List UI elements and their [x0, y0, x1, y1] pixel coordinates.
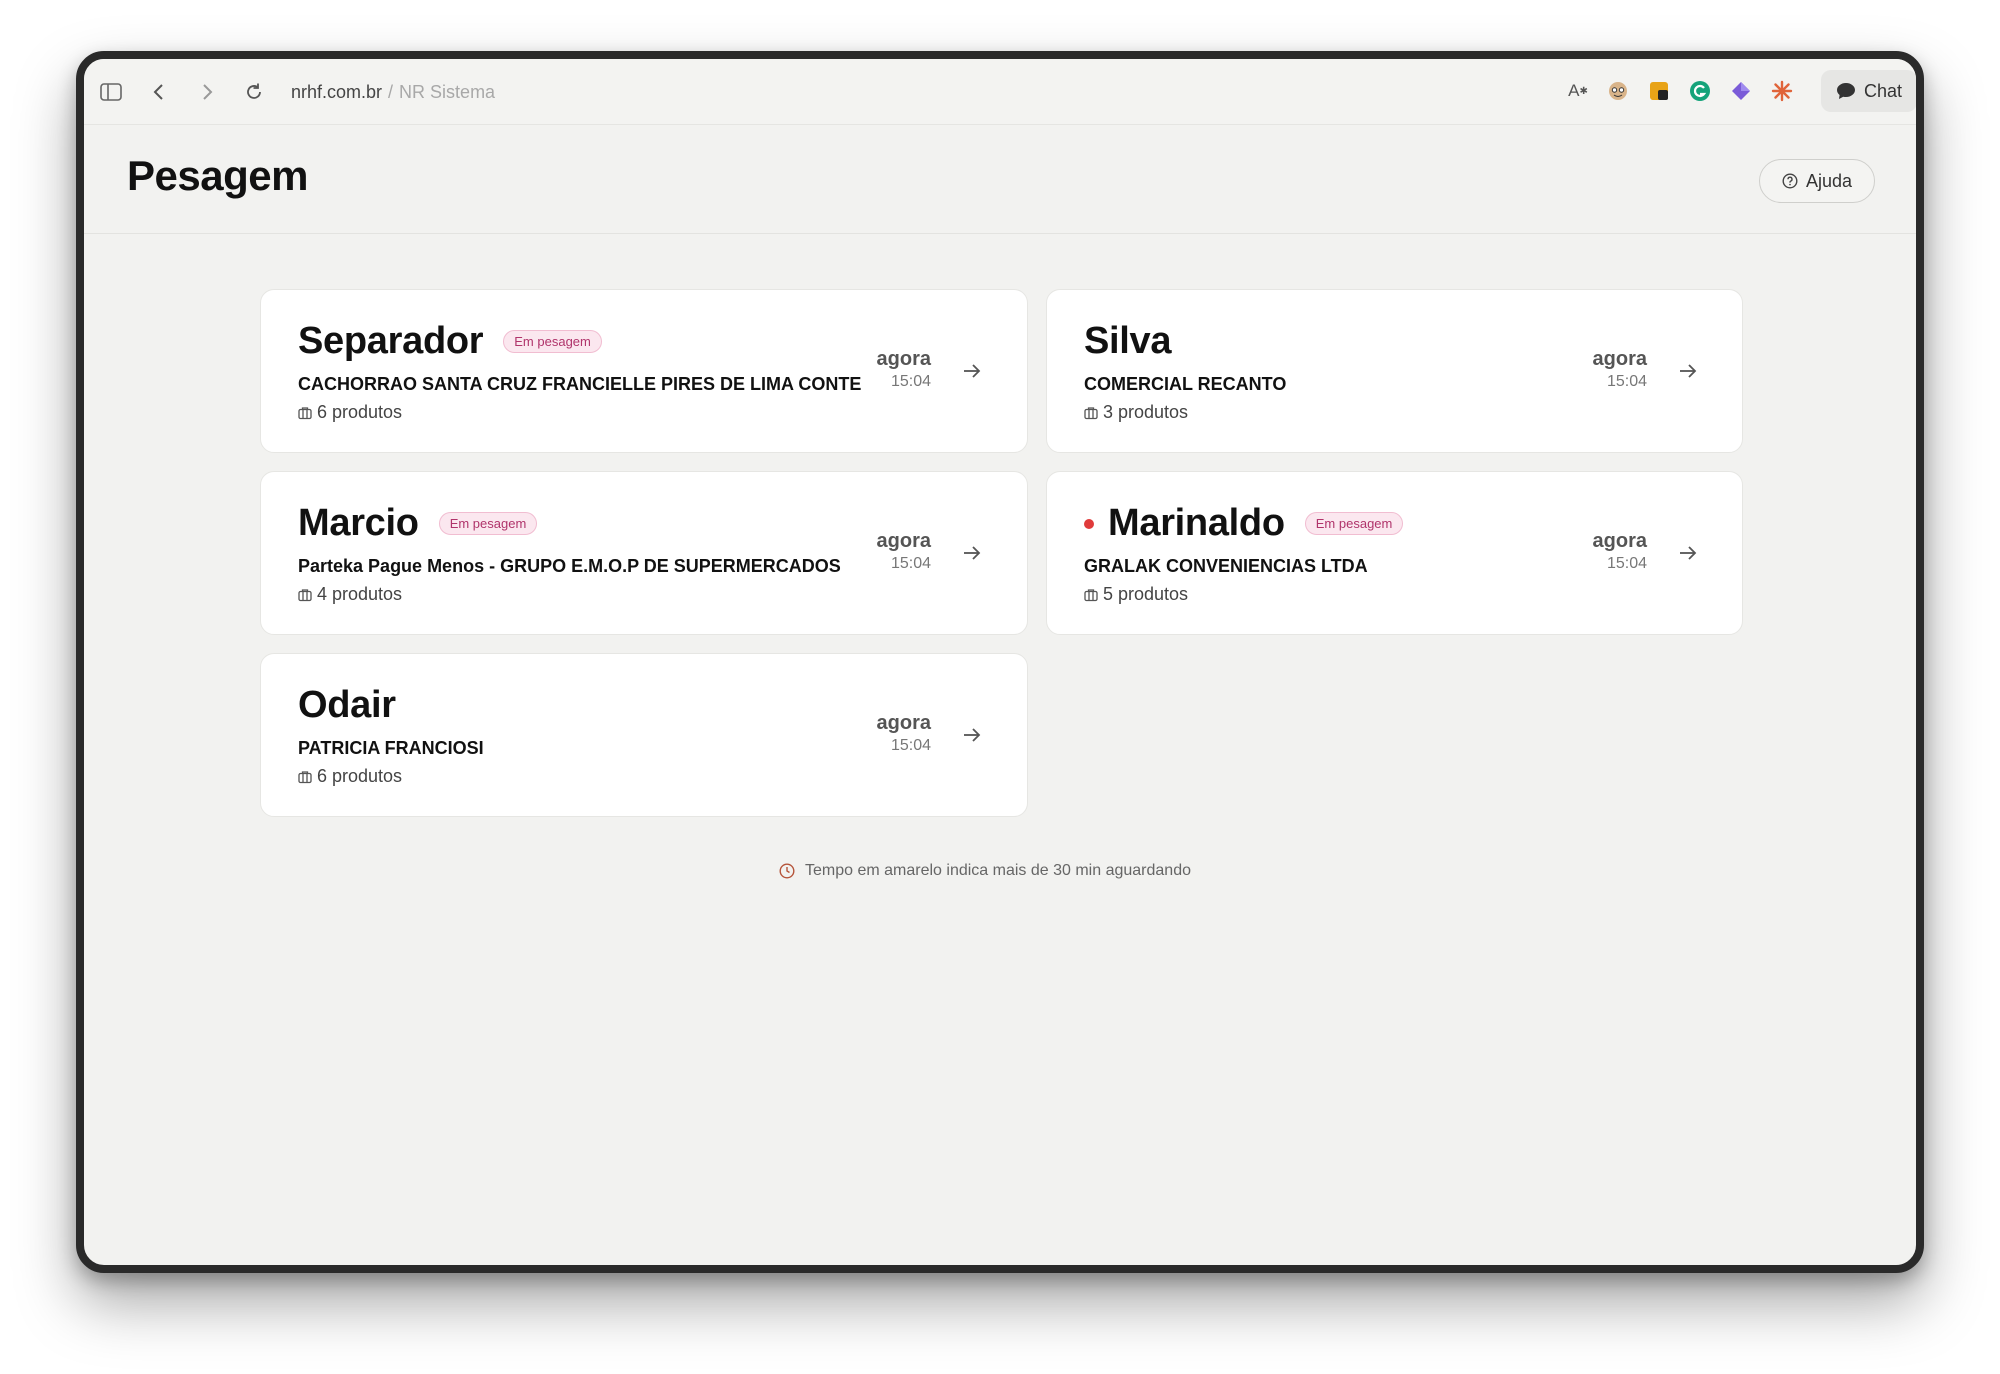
- card-name: Odair: [298, 684, 396, 726]
- footnote-text: Tempo em amarelo indica mais de 30 min a…: [805, 862, 1191, 879]
- card-products: 6 produtos: [298, 766, 402, 787]
- time-absolute: 15:04: [1606, 373, 1647, 390]
- time-block: agora 15:04: [1567, 348, 1647, 391]
- card-products: 6 produtos: [298, 402, 402, 423]
- dictionary-icon[interactable]: [1645, 77, 1673, 105]
- sidebar-toggle-icon[interactable]: [98, 79, 124, 105]
- status-badge: Em pesagem: [503, 330, 602, 353]
- alert-dot: [1084, 518, 1094, 529]
- package-icon: [1084, 588, 1098, 601]
- gem-icon[interactable]: [1727, 77, 1755, 105]
- products-count: 5 produtos: [1103, 584, 1189, 604]
- translate-icon[interactable]: A ✱: [1564, 77, 1592, 105]
- arrow-right-icon[interactable]: [1677, 542, 1699, 564]
- time-absolute: 15:04: [890, 373, 931, 390]
- chat-button[interactable]: Chat: [1821, 70, 1916, 112]
- card-client: COMERCIAL RECANTO: [1084, 374, 1287, 394]
- card-products: 4 produtos: [298, 584, 402, 605]
- time-relative: agora: [876, 530, 931, 552]
- browser-window: nrhf.com.br / NR Sistema A ✱ Chat Pesagem: [76, 51, 1924, 1273]
- products-count: 3 produtos: [1103, 402, 1189, 422]
- chat-label: Chat: [1863, 80, 1903, 101]
- url-domain: nrhf.com.br: [291, 81, 383, 102]
- card-name: Silva: [1084, 320, 1172, 362]
- help-circle-icon: [1782, 173, 1798, 189]
- time-block: agora 15:04: [851, 348, 931, 391]
- waiting-time-footnote: Tempo em amarelo indica mais de 30 min a…: [84, 862, 1916, 880]
- time-block: agora 15:04: [851, 712, 931, 755]
- reload-icon[interactable]: [241, 79, 267, 105]
- extension-face-icon[interactable]: [1604, 77, 1632, 105]
- back-icon[interactable]: [146, 79, 172, 105]
- help-button[interactable]: Ajuda: [1759, 159, 1875, 203]
- page-title: Pesagem: [127, 152, 308, 199]
- card-client: CACHORRAO SANTA CRUZ FRANCIELLE PIRES DE…: [298, 374, 862, 394]
- browser-toolbar: nrhf.com.br / NR Sistema A ✱ Chat: [84, 59, 1916, 125]
- clock-icon: [779, 863, 795, 879]
- arrow-right-icon[interactable]: [961, 724, 983, 746]
- products-count: 6 produtos: [317, 766, 403, 786]
- order-card-separador[interactable]: Separador Em pesagem CACHORRAO SANTA CRU…: [260, 289, 1028, 453]
- sparkle-icon[interactable]: [1768, 77, 1796, 105]
- package-icon: [298, 588, 312, 601]
- card-products: 5 produtos: [1084, 584, 1188, 605]
- arrow-right-icon[interactable]: [961, 360, 983, 382]
- package-icon: [1084, 406, 1098, 419]
- status-badge: Em pesagem: [438, 512, 538, 535]
- time-absolute: 15:04: [890, 555, 931, 572]
- arrow-right-icon[interactable]: [1677, 360, 1699, 382]
- time-relative: agora: [1592, 348, 1647, 370]
- products-count: 6 produtos: [317, 402, 403, 422]
- address-bar[interactable]: nrhf.com.br / NR Sistema: [291, 79, 495, 105]
- url-separator: /: [388, 81, 394, 102]
- card-name: Marcio: [298, 502, 419, 544]
- status-badge: Em pesagem: [1304, 512, 1404, 535]
- order-card-odair[interactable]: Odair PATRICIA FRANCIOSI 6 produtos agor…: [260, 653, 1028, 817]
- card-name: Marinaldo: [1108, 502, 1285, 544]
- time-relative: agora: [876, 712, 931, 734]
- order-card-marcio[interactable]: Marcio Em pesagem Parteka Pague Menos - …: [260, 471, 1028, 635]
- card-client: GRALAK CONVENIENCIAS LTDA: [1084, 556, 1368, 576]
- chat-bubble-icon: [1836, 83, 1855, 99]
- help-label: Ajuda: [1805, 170, 1853, 191]
- order-card-silva[interactable]: Silva COMERCIAL RECANTO 3 produtos agora…: [1046, 289, 1743, 453]
- grammarly-icon[interactable]: [1686, 77, 1714, 105]
- arrow-right-icon[interactable]: [961, 542, 983, 564]
- time-block: agora 15:04: [1567, 530, 1647, 573]
- time-relative: agora: [1592, 530, 1647, 552]
- package-icon: [298, 406, 312, 419]
- time-absolute: 15:04: [1606, 555, 1647, 572]
- card-client: Parteka Pague Menos - GRUPO E.M.O.P DE S…: [298, 556, 841, 576]
- products-count: 4 produtos: [317, 584, 403, 604]
- time-relative: agora: [876, 348, 931, 370]
- card-client: PATRICIA FRANCIOSI: [298, 738, 484, 758]
- package-icon: [298, 770, 312, 783]
- order-card-marinaldo[interactable]: Marinaldo Em pesagem GRALAK CONVENIENCIA…: [1046, 471, 1743, 635]
- page-header: Pesagem Ajuda: [84, 126, 1916, 234]
- card-products: 3 produtos: [1084, 402, 1188, 423]
- time-absolute: 15:04: [890, 737, 931, 754]
- card-name: Separador: [298, 320, 484, 362]
- forward-icon[interactable]: [194, 79, 220, 105]
- time-block: agora 15:04: [851, 530, 931, 573]
- url-path: NR Sistema: [399, 81, 496, 102]
